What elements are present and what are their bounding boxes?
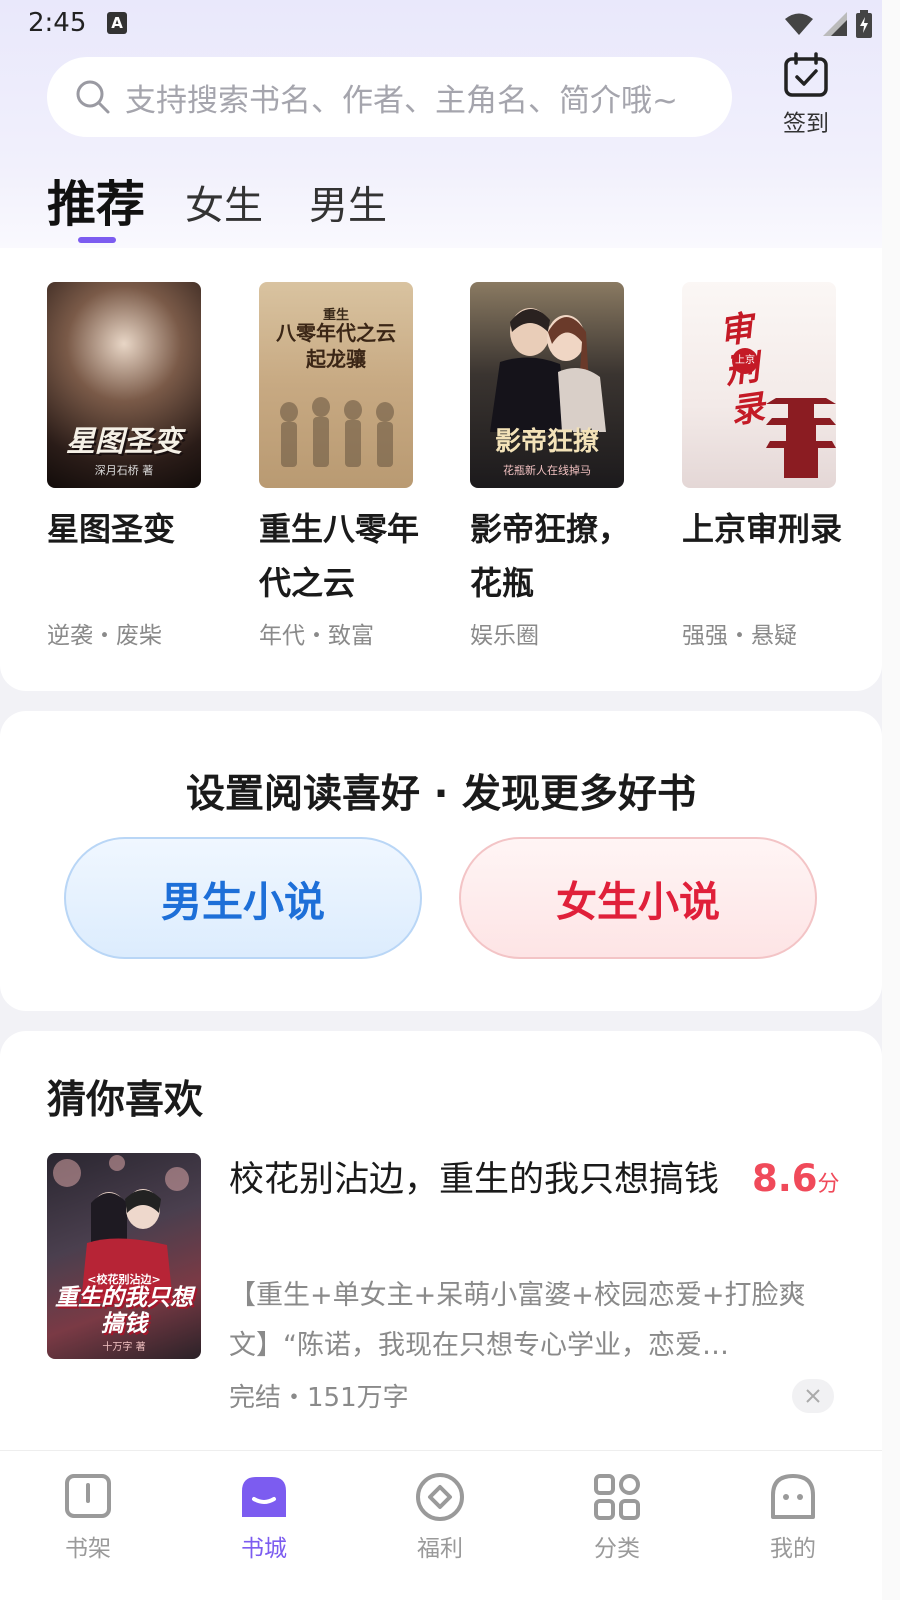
welfare-icon xyxy=(416,1473,464,1521)
book-title: 星图圣变 xyxy=(47,510,176,548)
close-icon xyxy=(806,1389,820,1403)
search-placeholder: 支持搜索书名、作者、主角名、简介哦~ xyxy=(125,82,678,119)
dismiss-button[interactable] xyxy=(792,1379,834,1413)
book-title: 影帝狂撩，花瓶 xyxy=(470,510,630,602)
cover-title: 八零年代之云起龙骧 xyxy=(276,321,396,371)
book-description: 【重生+单女主+呆萌小富婆+校园恋爱+打脸爽文】“陈诺，我现在只想专心学业，恋爱… xyxy=(229,1280,806,1361)
wifi-icon xyxy=(785,13,813,35)
scrollbar xyxy=(882,0,900,1600)
cover-pagoda-illustration xyxy=(766,398,836,478)
book-tags: 年代・致富 xyxy=(259,623,374,649)
cover-author: 深月石桥 著 xyxy=(94,464,154,477)
search-input[interactable]: 支持搜索书名、作者、主角名、简介哦~ xyxy=(47,57,732,137)
bottom-navigation: 书架 书城 福利 分类 我的 xyxy=(0,1450,882,1600)
nav-label: 分类 xyxy=(594,1536,640,1562)
book-card[interactable]: 审刑录 上京 上京审刑录 强强・悬疑 xyxy=(682,282,842,650)
calendar-check-icon xyxy=(784,52,828,97)
bookstore-icon xyxy=(242,1477,286,1517)
profile-icon xyxy=(771,1474,815,1519)
nav-bookshelf[interactable]: 书架 xyxy=(38,1471,138,1563)
tab-recommend[interactable]: 推荐 xyxy=(47,165,145,236)
cover-title: 影帝狂撩 xyxy=(494,427,599,457)
book-score: 8.6分 xyxy=(752,1157,840,1200)
guess-you-like-card: 猜你喜欢 <校花别沾边> 重生的我只想搞钱 十万字 著 校花别沾边，重生的我只想… xyxy=(0,1031,882,1471)
book-cover: 重生 八零年代之云起龙骧 xyxy=(259,282,413,488)
search-icon xyxy=(76,80,110,114)
nav-welfare[interactable]: 福利 xyxy=(390,1471,490,1563)
category-icon xyxy=(594,1474,640,1520)
nav-bookstore[interactable]: 书城 xyxy=(214,1471,314,1563)
book-tags: 娱乐圈 xyxy=(470,623,539,649)
score-unit: 分 xyxy=(817,1172,840,1197)
checkin-button[interactable]: 签到 xyxy=(776,52,836,138)
bookshelf-icon xyxy=(65,1474,111,1518)
book-card[interactable]: 影帝狂撩 花瓶新人在线掉马 影帝狂撩，花瓶 娱乐圈 xyxy=(470,282,630,650)
preference-title: 设置阅读喜好 · 发现更多好书 xyxy=(186,772,696,817)
nav-label: 我的 xyxy=(770,1536,816,1562)
nav-label: 书架 xyxy=(65,1536,111,1562)
book-title: 重生八零年代之云 xyxy=(259,510,419,602)
cover-couple-illustration xyxy=(490,308,606,432)
status-icons xyxy=(784,10,872,38)
female-novel-button[interactable]: 女生小说 xyxy=(459,837,817,959)
checkin-label: 签到 xyxy=(783,111,829,137)
nav-label: 福利 xyxy=(417,1536,463,1562)
cover-seal: 上京 xyxy=(732,348,758,374)
signal-icon xyxy=(823,12,847,36)
status-time: 2:45 xyxy=(28,8,87,38)
male-novel-button[interactable]: 男生小说 xyxy=(64,837,422,959)
section-title: 猜你喜欢 xyxy=(47,1078,204,1123)
tab-male[interactable]: 男生 xyxy=(309,175,387,231)
score-value: 8.6 xyxy=(752,1157,818,1200)
nav-label: 书城 xyxy=(241,1536,287,1562)
cover-author: 十万字 著 xyxy=(102,1342,146,1353)
input-method-icon: A xyxy=(107,12,127,34)
cover-title: 星图圣变 xyxy=(65,424,182,458)
book-tags: 逆袭・废柴 xyxy=(47,623,162,649)
cover-figures-illustration xyxy=(280,397,394,467)
book-title: 上京审刑录 xyxy=(682,510,842,548)
battery-icon xyxy=(856,10,872,38)
cover-subtitle: 花瓶新人在线掉马 xyxy=(503,464,591,477)
book-meta: 完结・151万字 xyxy=(229,1383,409,1413)
book-cover: 影帝狂撩 花瓶新人在线掉马 xyxy=(470,282,624,488)
tab-indicator xyxy=(78,237,116,243)
book-card[interactable]: 重生 八零年代之云起龙骧 重生八零年代之云 年代・致富 xyxy=(259,282,419,650)
nav-profile[interactable]: 我的 xyxy=(743,1471,843,1563)
book-cover: 审刑录 上京 xyxy=(682,282,836,488)
reading-preference-card: 设置阅读喜好 · 发现更多好书 男生小说 女生小说 xyxy=(0,711,882,1011)
cover-title: 重生的我只想搞钱 xyxy=(55,1285,193,1337)
nav-category[interactable]: 分类 xyxy=(567,1471,667,1563)
tab-female[interactable]: 女生 xyxy=(185,175,263,231)
featured-books-card: 星图圣变 深月石桥 著 星图圣变 逆袭・废柴 重生 八零年代之云起龙骧 重生八零… xyxy=(0,248,882,691)
book-cover[interactable]: <校花别沾边> 重生的我只想搞钱 十万字 著 xyxy=(47,1153,201,1359)
book-title[interactable]: 校花别沾边，重生的我只想搞钱 xyxy=(229,1153,724,1207)
book-tags: 强强・悬疑 xyxy=(682,623,797,649)
status-bar: 2:45 A xyxy=(0,0,900,48)
book-card[interactable]: 星图圣变 深月石桥 著 星图圣变 逆袭・废柴 xyxy=(47,282,201,650)
book-cover: 星图圣变 深月石桥 著 xyxy=(47,282,201,488)
